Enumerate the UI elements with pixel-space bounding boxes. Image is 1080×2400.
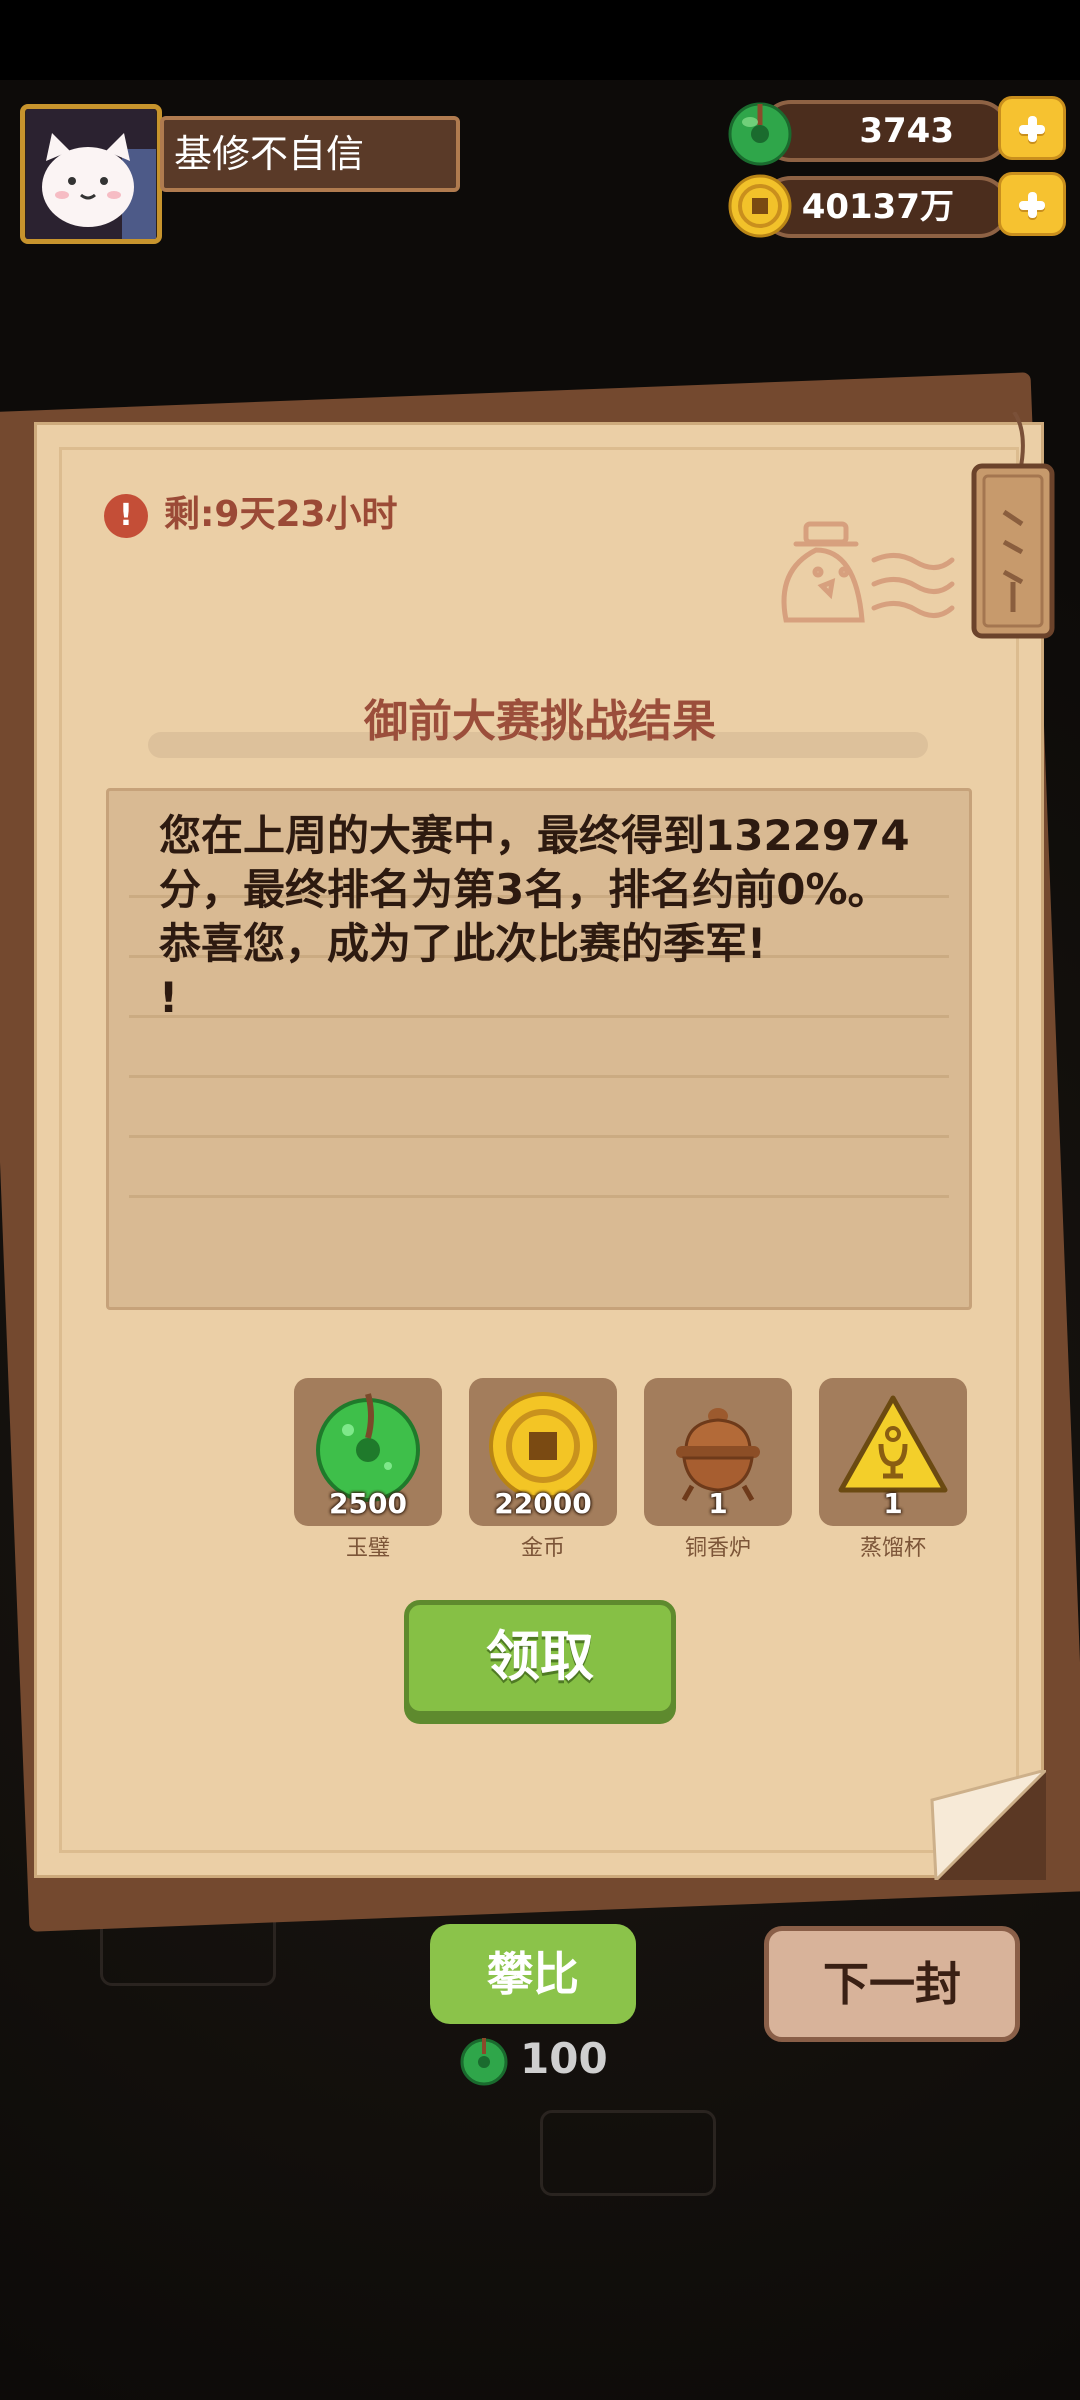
postmark-stamp-icon — [781, 521, 955, 623]
compare-cost: 100 — [458, 2034, 608, 2086]
add-gold-button[interactable] — [998, 172, 1066, 236]
reward-item-censer[interactable]: 1 — [644, 1378, 792, 1526]
jade-icon — [728, 102, 792, 166]
reward-label: 铜香炉 — [684, 1536, 751, 1561]
avatar[interactable] — [20, 104, 162, 244]
ruled-line — [129, 1195, 949, 1198]
reward-count: 1 — [708, 1487, 728, 1520]
reward-item-gold[interactable]: 22000 — [469, 1378, 617, 1526]
warning-icon: ! — [104, 494, 148, 538]
hanging-tag-icon[interactable] — [970, 412, 1056, 642]
reward-label: 玉璧 — [345, 1536, 390, 1561]
add-jade-button[interactable] — [998, 96, 1066, 160]
compare-cost-value: 100 — [520, 2034, 608, 2083]
compare-button[interactable]: 攀比 — [430, 1924, 636, 2024]
reward-count: 1 — [883, 1487, 903, 1520]
ruled-line — [129, 1135, 949, 1138]
message-box: 您在上周的大赛中，最终得到1322974分，最终排名为第3名，排名约前0%。 恭… — [106, 788, 972, 1310]
cat-avatar-icon — [26, 109, 156, 239]
reward-item-cup[interactable]: 1 — [819, 1378, 967, 1526]
letter-title: 御前大赛挑战结果 — [364, 696, 716, 747]
reward-count: 2500 — [329, 1487, 407, 1520]
jade-icon — [460, 2038, 508, 2086]
jade-counter: 3743 — [760, 100, 1010, 162]
status-bar-area — [0, 0, 1080, 80]
reward-label: 蒸馏杯 — [859, 1536, 926, 1561]
gold-coin-icon — [728, 174, 792, 238]
time-remaining-text: 剩:9天23小时 — [164, 494, 398, 535]
background-ghost-shape — [540, 2110, 716, 2196]
reward-label: 金币 — [520, 1536, 565, 1561]
time-remaining: ! 剩:9天23小时 — [104, 490, 398, 540]
gold-counter: 40137万 — [760, 176, 1010, 238]
message-text: 您在上周的大赛中，最终得到1322974分，最终排名为第3名，排名约前0%。 恭… — [159, 811, 910, 1022]
claim-button[interactable]: 领取 — [404, 1600, 676, 1716]
player-name: 基修不自信 — [160, 116, 460, 192]
next-letter-button[interactable]: 下一封 — [764, 1926, 1020, 2042]
reward-count: 22000 — [494, 1487, 592, 1520]
ruled-line — [129, 1075, 949, 1078]
page-curl-decoration — [930, 1770, 1046, 1880]
reward-item-jade[interactable]: 2500 — [294, 1378, 442, 1526]
